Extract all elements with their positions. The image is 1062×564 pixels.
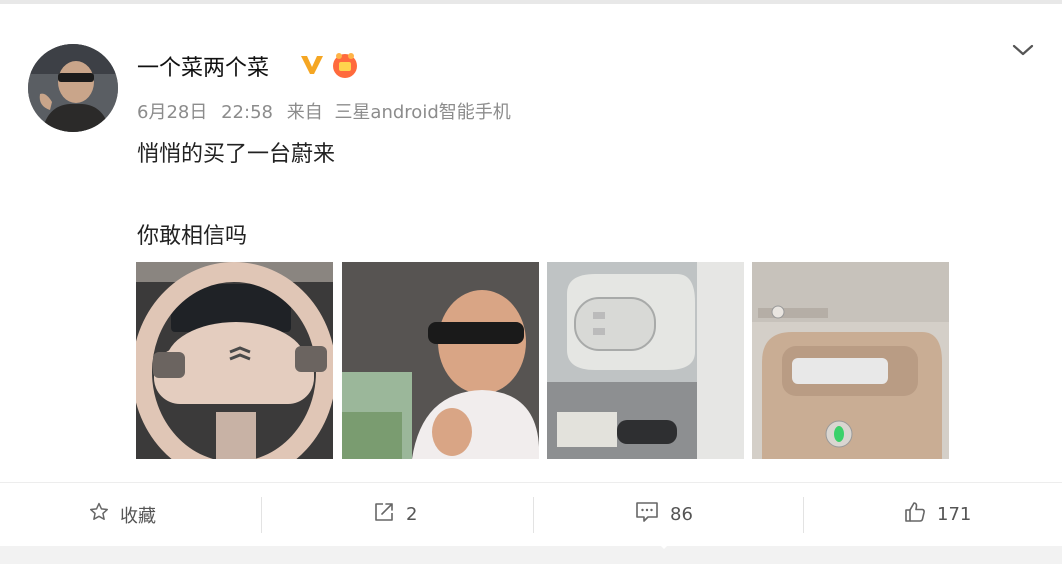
share-count: 2 bbox=[406, 504, 418, 525]
favorite-button[interactable]: 收藏 bbox=[88, 483, 156, 546]
action-divider bbox=[533, 497, 534, 533]
verified-v-icon bbox=[299, 54, 325, 80]
weibo-post-card: 一个菜两个菜 6月28日 22:58 来自 三星android智能手机 悄悄的买… bbox=[0, 4, 1062, 549]
comment-icon bbox=[634, 500, 660, 529]
like-button[interactable]: 171 bbox=[903, 483, 971, 546]
post-text-line2: 你敢相信吗 bbox=[137, 224, 248, 249]
chevron-down-icon[interactable] bbox=[1010, 40, 1036, 64]
action-divider bbox=[803, 497, 804, 533]
post-source: 三星android智能手机 bbox=[334, 102, 511, 123]
username[interactable]: 一个菜两个菜 bbox=[137, 50, 269, 82]
source-prefix: 来自 bbox=[286, 102, 323, 123]
post-time[interactable]: 22:58 bbox=[221, 102, 273, 123]
comment-button[interactable]: 86 bbox=[634, 483, 693, 546]
star-icon bbox=[88, 501, 110, 528]
share-button[interactable]: 2 bbox=[372, 483, 417, 546]
post-date[interactable]: 6月28日 bbox=[137, 102, 207, 123]
share-icon bbox=[372, 500, 396, 529]
car-key-photo[interactable] bbox=[547, 262, 744, 459]
avatar[interactable] bbox=[28, 44, 118, 132]
favorite-label: 收藏 bbox=[120, 505, 156, 527]
like-count: 171 bbox=[937, 504, 972, 525]
fan-badge-icon bbox=[330, 50, 360, 84]
comment-count: 86 bbox=[670, 504, 693, 525]
post-meta: 6月28日 22:58 来自 三星android智能手机 bbox=[137, 98, 519, 124]
action-divider bbox=[261, 497, 262, 533]
center-console-photo[interactable] bbox=[752, 262, 949, 459]
action-bar: 收藏 2 86 171 bbox=[0, 482, 1062, 546]
comment-pointer bbox=[655, 540, 673, 549]
selfie-in-car-photo[interactable] bbox=[342, 262, 539, 459]
thumbs-up-icon bbox=[903, 500, 927, 529]
post-text-line1: 悄悄的买了一台蔚来 bbox=[137, 142, 336, 167]
steering-wheel-photo[interactable] bbox=[136, 262, 333, 459]
